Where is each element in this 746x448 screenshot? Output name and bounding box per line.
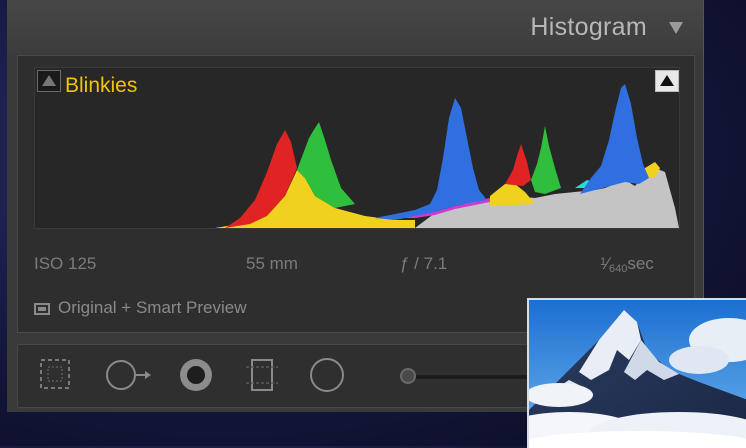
highlight-clipping-toggle[interactable]	[655, 70, 679, 92]
focal-length-value: 55 mm	[246, 254, 298, 273]
aperture-value: ƒ / 7.1	[400, 254, 448, 273]
smart-preview-status[interactable]: Original + Smart Preview	[34, 298, 246, 322]
shutter-denominator: 640	[608, 263, 628, 275]
graduated-filter-icon[interactable]	[244, 357, 280, 393]
spot-removal-icon[interactable]	[104, 357, 154, 393]
collapse-triangle-icon[interactable]	[669, 22, 683, 34]
shadow-clipping-toggle[interactable]	[37, 70, 61, 92]
panel-header[interactable]: Histogram	[7, 0, 703, 54]
triangle-icon	[660, 75, 674, 86]
iso-value: ISO 125	[34, 254, 97, 273]
histogram-container: Blinkies ISO 125 55 mm ƒ / 7.1 1⁄640sec …	[17, 55, 695, 333]
shutter-numerator: 1	[600, 256, 607, 268]
shutter-unit: sec	[627, 254, 654, 273]
red-eye-icon[interactable]	[176, 357, 216, 393]
brush-size-knob[interactable]	[400, 368, 416, 384]
smart-preview-label: Original + Smart Preview	[58, 298, 247, 317]
panel-title: Histogram	[530, 13, 647, 41]
smart-preview-icon	[34, 303, 50, 315]
mountain-photo	[529, 300, 746, 448]
blinkies-label: Blinkies	[65, 74, 138, 97]
radial-filter-icon[interactable]	[306, 357, 348, 393]
shutter-speed-value: 1⁄640sec	[600, 254, 654, 275]
triangle-icon	[42, 75, 56, 86]
snow-mountain-image	[527, 298, 746, 448]
exif-info-row: ISO 125 55 mm ƒ / 7.1 1⁄640sec	[34, 254, 678, 278]
crop-overlay-icon[interactable]	[38, 357, 72, 391]
